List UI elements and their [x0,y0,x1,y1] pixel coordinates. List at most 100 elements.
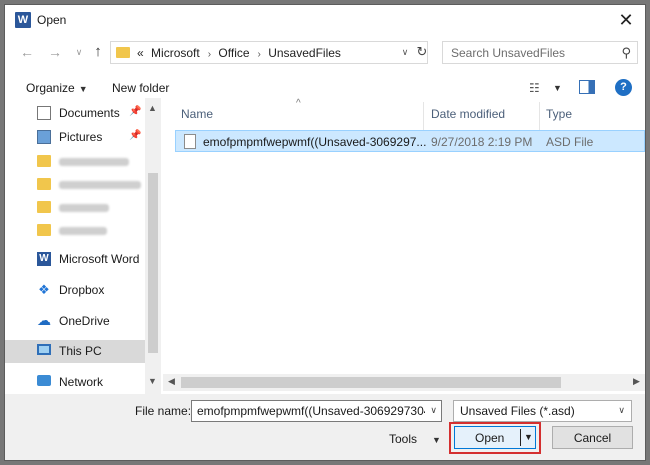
crumb-unsavedfiles[interactable]: UnsavedFiles [268,46,341,60]
breadcrumb: « Microsoft › Office › UnsavedFiles [137,46,345,60]
sidebar-item-blurred-folder[interactable] [5,196,145,219]
pin-icon: 📌 [129,130,142,141]
forward-arrow-icon[interactable]: → [47,44,63,60]
horizontal-scrollbar[interactable]: ◀ ▶ [163,374,645,391]
search-icon[interactable]: ⚲ [621,45,631,61]
address-bar[interactable]: « Microsoft › Office › UnsavedFiles ∨ ↻ [110,41,428,64]
scroll-down-icon[interactable]: ▼ [148,376,157,386]
tools-dropdown-icon[interactable]: ▼ [432,435,441,445]
scroll-up-icon[interactable]: ▲ [148,103,157,113]
address-dropdown-icon[interactable]: ∨ [398,45,412,59]
open-button-label: Open [475,431,505,445]
column-header-name[interactable]: Name [181,107,213,121]
up-arrow-icon[interactable]: ↑ [90,44,106,60]
sidebar-item-label: Dropbox [59,283,105,297]
dialog-title: Open [37,13,67,27]
cancel-button-label: Cancel [573,431,612,445]
onedrive-icon: ☁ [37,312,51,328]
file-icon [184,134,196,149]
sidebar-item-microsoft-word[interactable]: W Microsoft Word [5,248,145,271]
sidebar-item-onedrive[interactable]: ☁ OneDrive [5,310,145,333]
scroll-left-icon[interactable]: ◀ [168,376,175,387]
close-button[interactable]: ✕ [615,9,637,31]
file-name-dropdown-icon[interactable]: ∨ [430,405,437,416]
split-divider [520,429,521,446]
sidebar-item-blurred-folder[interactable] [5,219,145,242]
help-icon[interactable]: ? [615,79,632,96]
preview-pane-icon[interactable] [579,80,595,94]
redacted-label [59,181,141,189]
network-icon [37,375,51,386]
redacted-label [59,204,109,212]
organize-label: Organize [26,81,75,95]
redacted-label [59,227,107,235]
folder-icon [37,224,51,236]
folder-icon [37,201,51,213]
sidebar-item-dropbox[interactable]: ❖ Dropbox [5,279,145,302]
folder-icon [37,155,51,167]
navigation-pane: Documents 📌 Pictures 📌 W Microsoft Word [5,98,161,394]
file-name-field[interactable]: emofpmpmfwepwmf((Unsaved-30692973047 ∨ [191,400,442,422]
computer-icon [37,344,51,355]
recent-dropdown-icon[interactable]: ∨ [71,44,87,60]
dialog-footer: File name: emofpmpmfwepwmf((Unsaved-3069… [5,394,645,460]
crumb-separator-icon: › [257,49,261,60]
sidebar-item-this-pc[interactable]: This PC [5,340,145,363]
file-type-filter[interactable]: Unsaved Files (*.asd) ∨ [453,400,632,422]
dropbox-icon: ❖ [38,282,50,297]
sidebar-item-documents[interactable]: Documents 📌 [5,102,145,125]
sidebar-item-pictures[interactable]: Pictures 📌 [5,126,145,149]
word-app-icon: W [15,12,31,28]
file-list: Name ^ Date modified Type emofpmpmfwepwm… [163,98,645,394]
column-header-type[interactable]: Type [546,107,572,121]
open-dialog: W Open ✕ ← → ∨ ↑ « Microsoft › Office › Un… [4,4,646,461]
scroll-right-icon[interactable]: ▶ [633,376,640,387]
organize-menu[interactable]: Organize ▼ [26,81,88,95]
column-header-date[interactable]: Date modified [431,107,505,121]
sidebar-item-label: Pictures [59,130,103,144]
new-folder-button[interactable]: New folder [112,81,169,95]
tools-menu[interactable]: Tools [389,432,417,446]
file-date: 9/27/2018 2:19 PM [431,135,533,149]
file-type: ASD File [546,135,594,149]
crumb-overflow[interactable]: « [137,46,144,60]
scrollbar-thumb[interactable] [148,173,158,353]
view-dropdown-icon[interactable]: ▼ [553,83,562,93]
title-bar: W Open ✕ [5,5,645,36]
open-button[interactable]: Open ▼ [454,426,536,449]
sidebar-item-network[interactable]: Network [5,371,145,394]
refresh-icon[interactable]: ↻ [415,43,429,61]
chevron-down-icon[interactable]: ∨ [618,405,625,416]
sidebar-item-blurred-folder[interactable] [5,173,145,196]
file-name-value: emofpmpmfwepwmf((Unsaved-30692973047 [197,404,425,418]
back-arrow-icon[interactable]: ← [19,44,35,60]
crumb-microsoft[interactable]: Microsoft [151,46,200,60]
column-divider[interactable] [423,102,424,130]
redacted-label [59,158,129,166]
caret-down-icon: ▼ [78,84,88,94]
sidebar-item-blurred-folder[interactable] [5,150,145,173]
file-name-label: File name: [135,404,192,418]
file-row[interactable]: emofpmpmfwepwmf((Unsaved-3069297... 9/27… [175,130,645,152]
sidebar-scrollbar[interactable]: ▲ ▼ [145,98,161,394]
sidebar-item-label: Documents [59,106,120,120]
cancel-button[interactable]: Cancel [552,426,633,449]
scrollbar-thumb[interactable] [181,377,561,388]
sort-ascending-icon: ^ [296,98,301,109]
sidebar-item-label: OneDrive [59,314,110,328]
search-placeholder: Search UnsavedFiles [451,46,566,60]
file-name: emofpmpmfwepwmf((Unsaved-3069297... [203,135,427,149]
file-type-filter-value: Unsaved Files (*.asd) [460,404,575,418]
sidebar-item-label: Network [59,375,104,389]
screenshot-frame: W Open ✕ ← → ∨ ↑ « Microsoft › Office › Un… [0,0,650,465]
crumb-office[interactable]: Office [218,46,249,60]
column-divider[interactable] [539,102,540,130]
open-options-dropdown-icon[interactable]: ▼ [524,432,533,442]
view-options-icon[interactable]: ☷ [529,81,540,95]
search-input[interactable]: Search UnsavedFiles ⚲ [442,41,638,64]
sidebar-item-label: This PC [59,344,102,358]
crumb-separator-icon: › [207,49,212,60]
documents-icon [37,106,51,120]
folder-icon [116,47,130,58]
folder-icon [37,178,51,190]
